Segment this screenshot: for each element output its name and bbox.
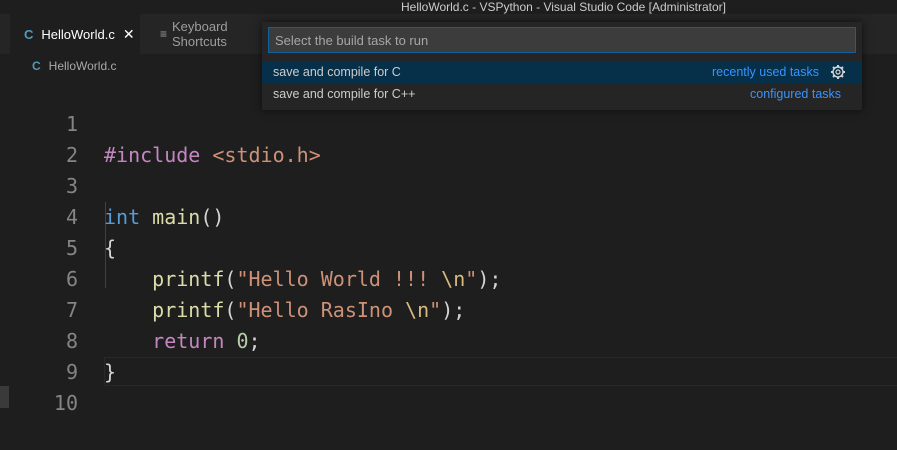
- code-line: 10: [0, 357, 897, 415]
- code-line: 6 printf("Hello RasIno \n");: [0, 233, 897, 322]
- code-line: 3 int main(): [0, 140, 897, 229]
- code-line: 5 printf("Hello World !!! \n");: [0, 202, 897, 291]
- c-file-icon: C: [32, 59, 41, 73]
- code-editor[interactable]: 1 #include <stdio.h> 2 3 int main() 4 { …: [0, 78, 897, 422]
- breadcrumb-file[interactable]: HelloWorld.c: [49, 59, 117, 73]
- quick-pick-item[interactable]: save and compile for C recently used tas…: [262, 61, 862, 83]
- close-icon[interactable]: ✕: [123, 26, 135, 43]
- tab-label: HelloWorld.c: [41, 26, 115, 42]
- tab-label: Keyboard Shortcuts: [172, 19, 228, 49]
- task-label: save and compile for C++: [273, 87, 416, 101]
- quick-pick-panel: save and compile for C recently used tas…: [262, 22, 862, 110]
- task-group-tag: recently used tasks: [712, 65, 819, 79]
- title-bar: HelloWorld.c - VSPython - Visual Studio …: [0, 0, 897, 14]
- code-line: 4 {: [0, 171, 897, 260]
- list-icon: ≡: [160, 27, 168, 41]
- task-search-input[interactable]: [268, 27, 856, 53]
- c-file-icon: C: [24, 26, 34, 42]
- task-label: save and compile for C: [273, 65, 401, 79]
- code-line: 7 return 0;: [0, 264, 897, 353]
- tab-helloworld[interactable]: C HelloWorld.c ✕: [10, 14, 140, 54]
- gear-icon[interactable]: [830, 64, 846, 80]
- code-line: 9: [0, 326, 897, 384]
- window-title: HelloWorld.c - VSPython - Visual Studio …: [400, 0, 727, 14]
- line-number: 10: [53, 391, 78, 415]
- code-line: 8 }: [0, 295, 897, 384]
- code-line: 2: [0, 109, 897, 167]
- task-group-tag: configured tasks: [750, 87, 842, 101]
- quick-pick-item[interactable]: save and compile for C++ configured task…: [262, 83, 862, 105]
- tab-keyboard-shortcuts[interactable]: ≡ Keyboard Shortcuts: [148, 14, 266, 54]
